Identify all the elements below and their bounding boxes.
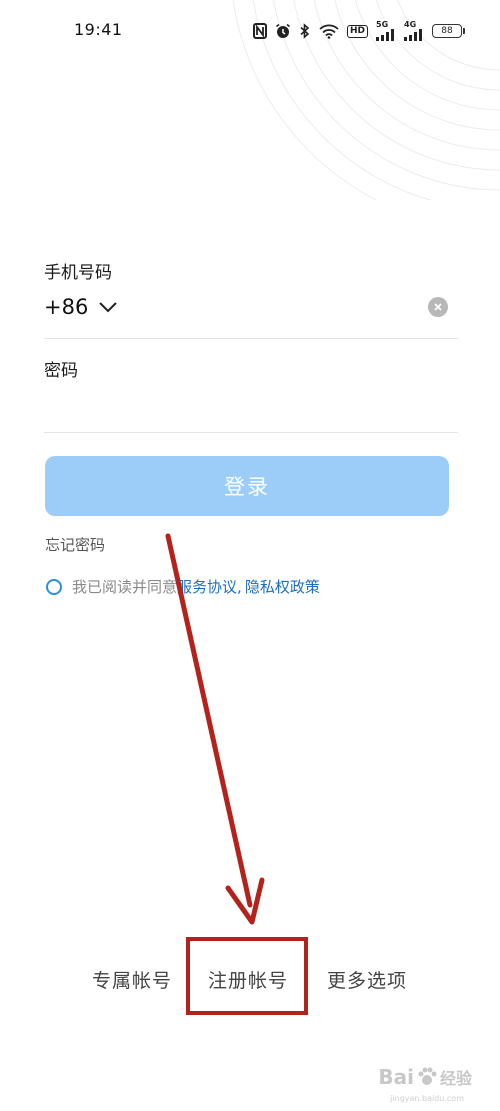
phone-label: 手机号码 [44, 263, 112, 283]
password-label: 密码 [44, 361, 78, 381]
agreement-text: 我已阅读并同意 [72, 578, 178, 596]
status-icons: HD 5G 4G 88 [252, 20, 465, 42]
watermark-logo: Bai 经验 [378, 1065, 472, 1089]
phone-divider [44, 338, 458, 339]
agreement-row: 我已阅读并同意 服务协议 , 隐私权政策 [46, 576, 320, 597]
more-options-button[interactable]: 更多选项 [327, 966, 407, 993]
country-code-selector[interactable]: +86 [44, 295, 88, 319]
status-time: 19:41 [74, 20, 123, 39]
login-button[interactable]: 登录 [45, 456, 449, 516]
watermark-url: jingyan.baidu.com [390, 1094, 464, 1103]
phone-row: +86 [44, 288, 456, 326]
signal-5g-icon: 5G [376, 21, 396, 41]
agreement-checkbox[interactable] [46, 578, 62, 595]
paw-icon [418, 1067, 437, 1085]
forgot-password-link[interactable]: 忘记密码 [45, 534, 105, 555]
wifi-icon [319, 24, 339, 39]
signal-5g-label: 5G [376, 20, 389, 29]
clear-input-button[interactable] [428, 297, 448, 317]
battery-icon: 88 [432, 24, 465, 38]
password-input[interactable] [44, 388, 460, 426]
signal-4g-label: 4G [404, 20, 417, 29]
password-divider [44, 432, 458, 433]
watermark-suffix: 经验 [439, 1069, 472, 1088]
hd-icon: HD [346, 24, 368, 38]
exclusive-account-button[interactable]: 专属帐号 [92, 966, 172, 993]
annotation-highlight-box [186, 937, 308, 1015]
terms-link[interactable]: 服务协议 [177, 576, 237, 597]
privacy-link[interactable]: 隐私权政策 [245, 576, 320, 597]
signal-4g-icon: 4G [404, 21, 424, 41]
watermark-brand: Bai [378, 1065, 414, 1089]
status-bar: 19:41 HD 5G 4G 88 [0, 0, 500, 64]
bluetooth-icon [299, 23, 311, 39]
agreement-separator: , [237, 577, 242, 596]
chevron-down-icon[interactable] [98, 301, 118, 313]
login-screen: 19:41 HD 5G 4G 88 手机号码 +86 密码 登录 忘记密码 我已… [0, 0, 500, 1111]
alarm-icon [275, 23, 291, 39]
nfc-icon [252, 23, 267, 39]
close-icon [434, 303, 442, 311]
